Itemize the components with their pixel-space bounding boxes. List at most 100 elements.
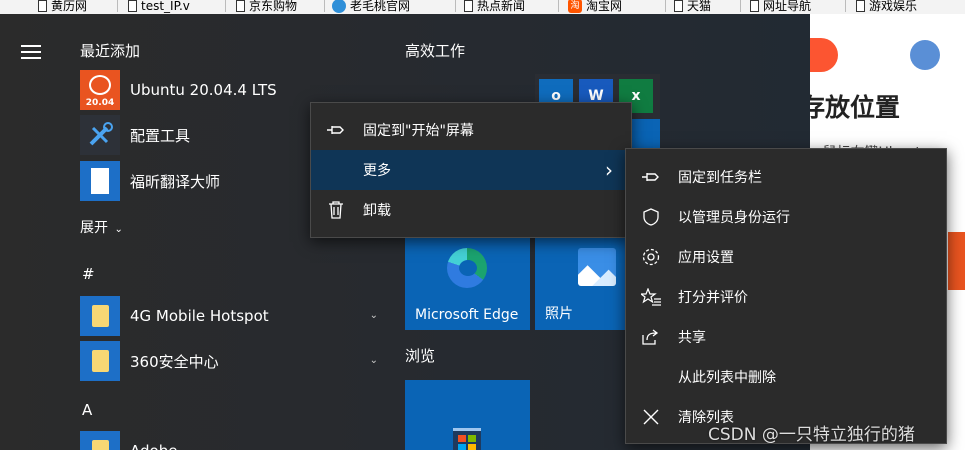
app-label: 配置工具 [130, 126, 191, 145]
context-menu: 固定到"开始"屏幕 更多 › 卸载 [310, 102, 632, 238]
pin-icon [325, 119, 347, 141]
globe-icon [332, 0, 346, 13]
divider [455, 0, 456, 12]
app-item-4g-hotspot[interactable]: 4G Mobile Hotspot ⌄ [80, 296, 380, 336]
expand-toggle[interactable]: 展开 ⌄ [80, 217, 123, 237]
recent-header: 最近添加 [80, 42, 141, 60]
bookmark-label: test_IP.v [141, 0, 190, 13]
app-item-360-security[interactable]: 360安全中心 ⌄ [80, 341, 380, 381]
divider [845, 0, 846, 12]
page-icon [674, 0, 683, 12]
sub-label: 固定到任务栏 [678, 170, 762, 186]
close-icon [640, 406, 662, 428]
chevron-down-icon[interactable]: ⌄ [370, 310, 378, 321]
bookmark-item[interactable]: 老毛桃官网 [332, 0, 410, 14]
ctx-uninstall[interactable]: 卸载 [311, 190, 631, 230]
star-list-icon [640, 286, 662, 308]
ubuntu-icon: 20.04 [80, 70, 120, 110]
bookmark-label: 热点新闻 [477, 0, 526, 13]
bookmark-item[interactable]: 游戏娱乐 [856, 0, 917, 14]
expand-label: 展开 [80, 220, 108, 236]
tile-label: 照片 [545, 306, 573, 322]
group-letter-a[interactable]: A [82, 401, 92, 419]
bookmark-item[interactable]: 网址导航 [750, 0, 811, 14]
page-icon [464, 0, 473, 12]
bookmark-label: 黄历网 [51, 0, 88, 13]
divider [558, 0, 559, 12]
chevron-down-icon: ⌄ [114, 224, 123, 235]
avatar[interactable] [910, 40, 940, 70]
bookmark-label: 京东购物 [249, 0, 298, 13]
bookmark-item[interactable]: 天猫 [674, 0, 711, 14]
ctx-more[interactable]: 更多 › [311, 150, 631, 190]
chevron-right-icon: › [605, 158, 613, 182]
pin-icon [640, 166, 662, 188]
divider [665, 0, 666, 12]
ctx-label: 卸载 [363, 203, 391, 219]
bookmark-item[interactable]: test_IP.v [128, 0, 190, 14]
bookmark-bar: 黄历网 test_IP.v 京东购物 老毛桃官网 热点新闻 淘淘宝网 天猫 网址… [0, 0, 965, 14]
divider [740, 0, 741, 12]
tools-icon [80, 115, 120, 155]
bookmark-label: 游戏娱乐 [869, 0, 918, 13]
page-heading: 存放位置 [810, 93, 901, 122]
taobao-icon: 淘 [568, 0, 582, 13]
shield-icon [640, 206, 662, 228]
sub-label: 以管理员身份运行 [678, 210, 790, 226]
sub-share[interactable]: 共享 [626, 317, 946, 357]
sub-label: 应用设置 [678, 250, 734, 266]
sub-rate-review[interactable]: 打分并评价 [626, 277, 946, 317]
divider [225, 0, 226, 12]
trash-icon [325, 199, 347, 221]
bookmark-item[interactable]: 京东购物 [236, 0, 297, 14]
browse-header: 浏览 [405, 347, 436, 365]
bookmark-label: 天猫 [687, 0, 712, 13]
tile-microsoft-store[interactable] [405, 380, 530, 450]
photos-icon [578, 248, 616, 286]
bookmark-item[interactable]: 淘淘宝网 [568, 0, 622, 14]
page-icon [856, 0, 865, 12]
app-label: 福昕翻译大师 [130, 172, 221, 191]
page-icon [750, 0, 759, 12]
app-label: 4G Mobile Hotspot [130, 307, 269, 325]
chevron-down-icon[interactable]: ⌄ [370, 355, 378, 366]
edge-icon [447, 248, 487, 288]
tile-microsoft-edge[interactable]: Microsoft Edge [405, 238, 530, 330]
gear-icon [640, 246, 662, 268]
productivity-header: 高效工作 [405, 42, 466, 60]
submenu: 固定到任务栏 以管理员身份运行 应用设置 打分并评价 共享 从此列表中删除 清除… [625, 148, 947, 444]
share-icon [640, 326, 662, 348]
app-label: 360安全中心 [130, 352, 219, 371]
bookmark-label: 网址导航 [763, 0, 812, 13]
store-icon [453, 428, 481, 450]
ctx-label: 固定到"开始"屏幕 [363, 123, 474, 139]
ubuntu-version-badge: 20.04 [85, 98, 115, 108]
app-label: Adobe [130, 442, 177, 450]
sub-label: 从此列表中删除 [678, 370, 776, 386]
bookmark-item[interactable]: 热点新闻 [464, 0, 525, 14]
sub-run-as-admin[interactable]: 以管理员身份运行 [626, 197, 946, 237]
bookmark-label: 淘宝网 [586, 0, 623, 13]
group-letter-hash[interactable]: # [82, 265, 95, 283]
divider [117, 0, 118, 12]
document-icon [80, 161, 120, 201]
hamburger-menu-icon[interactable] [21, 45, 41, 59]
page-icon [38, 0, 47, 12]
app-item-adobe[interactable]: Adobe [80, 431, 380, 450]
folder-icon [80, 296, 120, 336]
ctx-pin-to-start[interactable]: 固定到"开始"屏幕 [311, 110, 631, 150]
page-icon [128, 0, 137, 12]
page-icon [236, 0, 245, 12]
sub-label: 共享 [678, 330, 706, 346]
folder-icon [80, 341, 120, 381]
orange-button[interactable] [810, 38, 838, 72]
sub-remove-from-list[interactable]: 从此列表中删除 [626, 357, 946, 397]
sub-app-settings[interactable]: 应用设置 [626, 237, 946, 277]
sub-label: 打分并评价 [678, 290, 748, 306]
watermark: CSDN @一只特立独行的猪 [708, 425, 915, 445]
ubuntu-thumbnail [948, 232, 965, 290]
app-label: Ubuntu 20.04.4 LTS [130, 81, 277, 99]
ctx-label: 更多 [363, 163, 391, 179]
bookmark-item[interactable]: 黄历网 [38, 0, 87, 14]
sub-pin-to-taskbar[interactable]: 固定到任务栏 [626, 157, 946, 197]
